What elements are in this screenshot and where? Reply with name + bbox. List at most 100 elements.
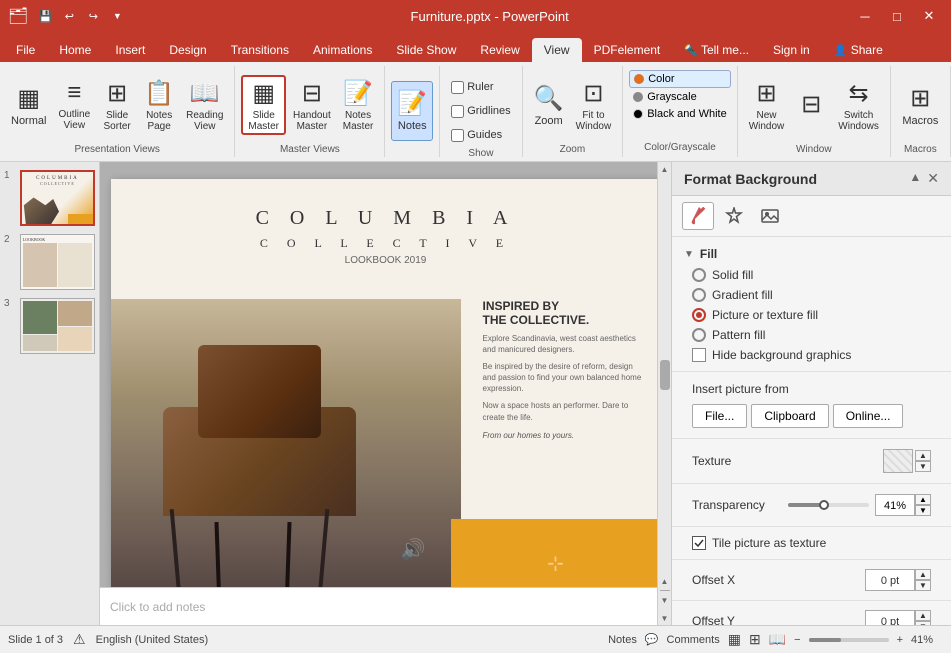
trans-spin-up[interactable]: ▲ bbox=[915, 494, 931, 505]
zoom-in-btn[interactable]: + bbox=[897, 634, 903, 646]
zoom-slider[interactable] bbox=[809, 638, 889, 642]
transparency-value[interactable]: 41% bbox=[875, 494, 915, 516]
panel-close-btn[interactable]: ✕ bbox=[927, 170, 939, 187]
btn-notes-page[interactable]: 📋 NotesPage bbox=[139, 75, 179, 135]
online-btn[interactable]: Online... bbox=[833, 404, 904, 428]
btn-notes-master[interactable]: 📝 NotesMaster bbox=[338, 75, 379, 135]
bw-option[interactable]: Black and White bbox=[629, 106, 730, 122]
btn-macros[interactable]: ⊞ Macros bbox=[897, 75, 943, 135]
texture-swatch[interactable] bbox=[883, 449, 913, 473]
btn-zoom[interactable]: 🔍 Zoom bbox=[529, 75, 569, 135]
btn-slide-sorter[interactable]: ⊞ SlideSorter bbox=[97, 75, 137, 135]
gridlines-checkbox[interactable]: Gridlines bbox=[446, 100, 515, 122]
slide-canvas[interactable]: C O L U M B I A C O L L E C T I V E LOOK… bbox=[111, 179, 661, 609]
guides-checkbox[interactable]: Guides bbox=[446, 124, 515, 146]
tile-checkbox[interactable]: Tile picture as texture bbox=[684, 533, 939, 553]
texture-spin-down[interactable]: ▼ bbox=[915, 461, 931, 472]
offset-y-up[interactable]: ▲ bbox=[915, 610, 931, 621]
save-btn[interactable]: 💾 bbox=[34, 5, 56, 27]
btn-notes[interactable]: 📝 Notes bbox=[391, 81, 433, 141]
texture-label: Texture bbox=[692, 454, 731, 468]
tab-share[interactable]: 👤 Share bbox=[822, 38, 895, 62]
panel-content: ▼ Fill Solid fill Gradient fill Picture … bbox=[672, 237, 951, 625]
view-normal-btn[interactable]: ▦ bbox=[728, 631, 741, 648]
panel-tab-paint[interactable] bbox=[682, 202, 714, 230]
tab-transitions[interactable]: Transitions bbox=[219, 38, 301, 62]
notes-input-area[interactable]: Click to add notes bbox=[100, 587, 657, 625]
notes-status-btn[interactable]: Notes bbox=[608, 634, 637, 646]
radio-picture-texture-fill[interactable]: Picture or texture fill bbox=[684, 305, 939, 325]
btn-fit-window[interactable]: ⊡ Fit toWindow bbox=[571, 75, 617, 135]
prev-slide-btn[interactable]: ▲ bbox=[659, 574, 671, 588]
fill-section-header[interactable]: ▼ Fill bbox=[684, 243, 939, 265]
tab-tellme[interactable]: 🔦 Tell me... bbox=[672, 38, 761, 62]
group-macros: ⊞ Macros Macros bbox=[891, 66, 951, 157]
radio-pattern-fill[interactable]: Pattern fill bbox=[684, 325, 939, 345]
file-btn[interactable]: File... bbox=[692, 404, 747, 428]
offset-y-down[interactable]: ▼ bbox=[915, 621, 931, 625]
radio-solid-fill[interactable]: Solid fill bbox=[684, 265, 939, 285]
restore-btn[interactable]: □ bbox=[883, 5, 911, 27]
grayscale-option[interactable]: Grayscale bbox=[629, 89, 730, 105]
btn-outline-view[interactable]: ≡ OutlineView bbox=[53, 75, 95, 135]
offset-y-value[interactable]: 0 pt bbox=[865, 610, 915, 625]
transparency-slider[interactable] bbox=[788, 503, 869, 507]
btn-new-window[interactable]: ⊞ NewWindow bbox=[744, 75, 790, 135]
tab-review[interactable]: Review bbox=[468, 38, 531, 62]
checkbox-hide-bg[interactable]: Hide background graphics bbox=[684, 345, 939, 365]
color-option[interactable]: Color bbox=[629, 70, 730, 88]
redo-btn[interactable]: ↪ bbox=[82, 5, 104, 27]
btn-handout-master[interactable]: ⊟ HandoutMaster bbox=[288, 75, 336, 135]
offset-x-down[interactable]: ▼ bbox=[915, 580, 931, 591]
tab-signin[interactable]: Sign in bbox=[761, 38, 822, 62]
trans-spin-down[interactable]: ▼ bbox=[915, 505, 931, 516]
slide-thumb-2[interactable]: 2 LOOKBOOK bbox=[4, 234, 95, 290]
tab-insert[interactable]: Insert bbox=[103, 38, 157, 62]
slider-thumb[interactable] bbox=[819, 500, 829, 510]
btn-arrange-all[interactable]: ⊟ bbox=[791, 75, 831, 135]
btn-label: OutlineView bbox=[58, 109, 90, 131]
radio-gradient-fill[interactable]: Gradient fill bbox=[684, 285, 939, 305]
tab-view[interactable]: View bbox=[532, 38, 582, 62]
tab-slideshow[interactable]: Slide Show bbox=[384, 38, 468, 62]
ruler-checkbox[interactable]: Ruler bbox=[446, 76, 515, 98]
tab-file[interactable]: File bbox=[4, 38, 47, 62]
scroll-up-btn[interactable]: ▲ bbox=[659, 162, 671, 176]
next-slide-btn[interactable]: ▼ bbox=[659, 593, 671, 607]
grayscale-dot bbox=[633, 92, 643, 102]
comments-status-btn[interactable]: Comments bbox=[667, 634, 720, 646]
ruler-input[interactable] bbox=[451, 81, 464, 94]
btn-reading-view[interactable]: 📖 ReadingView bbox=[181, 75, 228, 135]
close-btn[interactable]: ✕ bbox=[915, 5, 943, 27]
tab-design[interactable]: Design bbox=[157, 38, 218, 62]
accessibility-icon[interactable]: ⚠ bbox=[73, 631, 86, 648]
offset-x-up[interactable]: ▲ bbox=[915, 569, 931, 580]
notes-placeholder: Click to add notes bbox=[110, 600, 205, 614]
clipboard-btn[interactable]: Clipboard bbox=[751, 404, 828, 428]
offset-x-value[interactable]: 0 pt bbox=[865, 569, 915, 591]
tab-home[interactable]: Home bbox=[47, 38, 103, 62]
view-reading-btn[interactable]: 📖 bbox=[769, 631, 786, 648]
guides-input[interactable] bbox=[451, 129, 464, 142]
gridlines-input[interactable] bbox=[451, 105, 464, 118]
panel-collapse-btn[interactable]: ▲ bbox=[909, 170, 921, 187]
btn-switch-windows[interactable]: ⇆ SwitchWindows bbox=[833, 75, 884, 135]
tab-pdfelement[interactable]: PDFelement bbox=[582, 38, 673, 62]
view-sorter-btn[interactable]: ⊞ bbox=[749, 631, 761, 648]
zoom-level[interactable]: 41% bbox=[911, 634, 943, 646]
ribbon-master-items: ▦ SlideMaster ⊟ HandoutMaster 📝 NotesMas… bbox=[241, 68, 378, 142]
panel-tab-picture[interactable] bbox=[754, 202, 786, 230]
slide-thumb-3[interactable]: 3 bbox=[4, 298, 95, 354]
scroll-down-btn[interactable]: ▼ bbox=[659, 611, 671, 625]
tab-animations[interactable]: Animations bbox=[301, 38, 384, 62]
tile-label: Tile picture as texture bbox=[712, 536, 826, 550]
slide-thumb-1[interactable]: 1 COLUMBIA COLLECTIVE bbox=[4, 170, 95, 226]
zoom-out-btn[interactable]: − bbox=[794, 634, 800, 646]
texture-spin-up[interactable]: ▲ bbox=[915, 450, 931, 461]
more-btn[interactable]: ▼ bbox=[106, 5, 128, 27]
undo-btn[interactable]: ↩ bbox=[58, 5, 80, 27]
btn-normal-view[interactable]: ▦ Normal bbox=[6, 75, 51, 135]
panel-tab-effects[interactable] bbox=[718, 202, 750, 230]
minimize-btn[interactable]: ─ bbox=[851, 5, 879, 27]
btn-slide-master[interactable]: ▦ SlideMaster bbox=[241, 75, 286, 135]
